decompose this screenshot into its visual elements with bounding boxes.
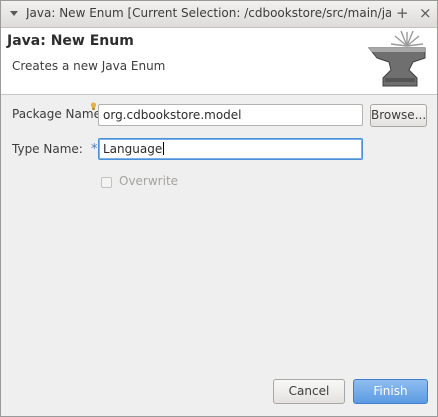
package-name-field[interactable]: org.cdbookstore.model [98, 104, 363, 126]
window-menu-icon[interactable] [10, 11, 18, 16]
overwrite-checkbox[interactable] [101, 177, 112, 188]
anvil-icon [367, 30, 426, 87]
type-name-field[interactable]: Language [98, 138, 363, 160]
title-bar[interactable]: Java: New Enum [Current Selection: /cdbo… [1, 1, 437, 28]
required-field-marker: * [91, 142, 98, 157]
type-name-value: Language [103, 142, 163, 156]
wizard-title: Java: New Enum [7, 33, 134, 49]
wizard-header: Java: New Enum Creates a new Java Enum [1, 28, 437, 95]
close-button[interactable]: × [419, 4, 432, 22]
new-enum-dialog: Java: New Enum [Current Selection: /cdbo… [0, 0, 438, 417]
package-name-label: Package Name: [12, 107, 105, 121]
finish-button[interactable]: Finish [353, 379, 428, 404]
window-title: Java: New Enum [Current Selection: /cdbo… [26, 6, 391, 20]
cancel-button[interactable]: Cancel [273, 379, 345, 404]
wizard-description: Creates a new Java Enum [12, 59, 166, 73]
text-cursor [163, 142, 165, 155]
browse-button[interactable]: Browse... [370, 104, 427, 127]
type-name-label: Type Name: [12, 142, 83, 156]
overwrite-label: Overwrite [119, 174, 179, 188]
maximize-button[interactable]: + [396, 4, 409, 22]
